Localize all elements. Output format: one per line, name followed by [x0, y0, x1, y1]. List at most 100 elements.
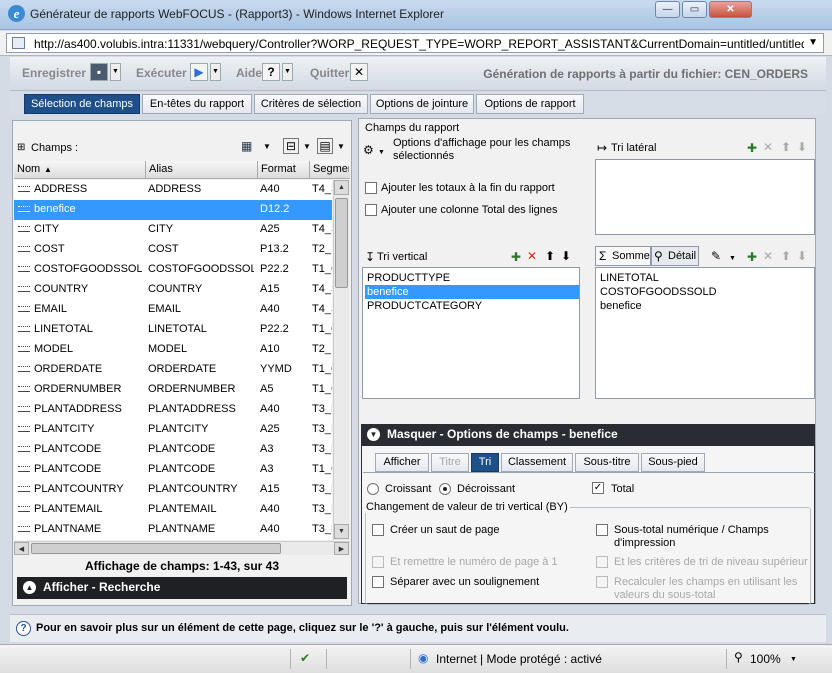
run-label[interactable]: Exécuter [136, 66, 187, 80]
help-label[interactable]: Aide [236, 66, 262, 80]
list-view-icon[interactable]: ▤ [317, 138, 333, 154]
zoom-level[interactable]: 100% [750, 652, 781, 666]
table-row[interactable]: PLANTCODE PLANTCODE A3 T3_P [14, 440, 332, 460]
subtab-ranking[interactable]: Classement [501, 453, 573, 472]
display-options-icon[interactable]: ⚙ [363, 143, 374, 157]
subtab-display[interactable]: Afficher [375, 453, 429, 472]
tab-join-options[interactable]: Options de jointure [370, 94, 474, 114]
underline-checkbox[interactable] [372, 576, 384, 588]
fields-horizontal-scrollbar[interactable]: ◀ ▶ [14, 541, 350, 555]
table-row[interactable]: ORDERDATE ORDERDATE YYMD T1_C [14, 360, 332, 380]
table-row[interactable]: PLANTCODE PLANTCODE A3 T1_C [14, 460, 332, 480]
descending-radio[interactable] [439, 483, 451, 495]
move-down-icon[interactable]: ⬇ [561, 249, 571, 263]
chevron-down-icon[interactable]: ▼ [303, 140, 311, 154]
tab-field-selection[interactable]: Sélection de champs [24, 94, 140, 114]
side-sort-list[interactable] [595, 159, 815, 235]
field-options-bar[interactable]: ▼ Masquer - Options de champs - benefice [361, 424, 815, 446]
page-break-checkbox[interactable] [372, 524, 384, 536]
subtab-subfooter[interactable]: Sous-pied [641, 453, 705, 472]
calculator-icon[interactable]: ▦ [241, 139, 252, 153]
chevron-down-icon[interactable]: ▼ [337, 140, 345, 154]
table-row[interactable]: COST COST P13.2 T2_IN [14, 240, 332, 260]
total-checkbox[interactable]: ✓ [592, 482, 604, 494]
close-window-button[interactable]: ✕ [709, 1, 752, 18]
tab-selection-criteria[interactable]: Critères de sélection [254, 94, 368, 114]
chevron-down-icon[interactable]: ▼ [729, 252, 736, 266]
show-search-label[interactable]: Afficher - Recherche [43, 577, 160, 597]
add-icon[interactable]: ✚ [747, 141, 757, 155]
reset-page-checkbox[interactable] [372, 556, 384, 568]
vertical-sort-list[interactable]: PRODUCTTYPE benefice PRODUCTCATEGORY [362, 267, 580, 399]
move-up-icon[interactable]: ⬆ [545, 249, 555, 263]
floppy-disk-icon[interactable]: ▪ [90, 63, 108, 81]
delete-icon[interactable]: ✕ [763, 249, 773, 263]
table-row[interactable]: COUNTRY COUNTRY A15 T4_S [14, 280, 332, 300]
list-item[interactable]: COSTOFGOODSSOLD [598, 285, 812, 299]
scroll-right-icon[interactable]: ▶ [334, 542, 349, 555]
minimize-button[interactable]: — [655, 1, 680, 18]
table-row[interactable]: ADDRESS ADDRESS A40 T4_S [14, 180, 332, 200]
sum-list[interactable]: LINETOTAL COSTOFGOODSSOLD benefice [595, 267, 815, 399]
subtab-sort[interactable]: Tri [471, 453, 499, 472]
chevron-down-icon[interactable]: ▼ [790, 653, 797, 667]
table-row[interactable]: PLANTCITY PLANTCITY A25 T3_P [14, 420, 332, 440]
add-total-column-checkbox[interactable] [365, 204, 377, 216]
scroll-up-icon[interactable]: ▲ [334, 180, 349, 195]
column-segment[interactable]: Segment [313, 163, 349, 175]
save-dropdown[interactable]: ▼ [110, 63, 121, 81]
add-icon[interactable]: ✚ [511, 250, 521, 264]
tab-report-headers[interactable]: En-têtes du rapport [142, 94, 252, 114]
wand-icon[interactable]: ✎ [711, 249, 721, 263]
detail-button[interactable]: ⚲ Détail [651, 246, 699, 266]
show-search-bar[interactable]: ▲ Afficher - Recherche [17, 577, 347, 599]
move-up-icon[interactable]: ⬆ [781, 140, 791, 154]
tab-report-options[interactable]: Options de rapport [476, 94, 584, 114]
delete-icon[interactable]: ✕ [763, 140, 773, 154]
list-item[interactable]: benefice [365, 285, 579, 299]
upper-criteria-checkbox[interactable] [596, 556, 608, 568]
sum-button[interactable]: Σ Somme [595, 246, 651, 266]
table-row[interactable]: benefice D12.2 [14, 200, 332, 220]
add-icon[interactable]: ✚ [747, 250, 757, 264]
help-icon[interactable]: ? [262, 63, 280, 81]
help-dropdown[interactable]: ▼ [282, 63, 293, 81]
help-question-icon[interactable]: ? [16, 621, 31, 636]
chevron-down-icon[interactable]: ▼ [808, 37, 818, 48]
move-down-icon[interactable]: ⬇ [797, 249, 807, 263]
table-row[interactable]: PLANTNAME PLANTNAME A40 T3_P [14, 520, 332, 540]
move-up-icon[interactable]: ⬆ [781, 249, 791, 263]
display-options-label[interactable]: Options d'affichage pour les champs séle… [393, 137, 593, 163]
run-arrow-icon[interactable]: ▶ [190, 63, 208, 81]
list-item[interactable]: LINETOTAL [598, 271, 812, 285]
hscroll-thumb[interactable] [31, 543, 281, 554]
ascending-radio[interactable] [367, 483, 379, 495]
maximize-button[interactable]: ▭ [682, 1, 707, 18]
recalc-checkbox[interactable] [596, 576, 608, 588]
table-row[interactable]: CITY CITY A25 T4_S [14, 220, 332, 240]
fields-vertical-scrollbar[interactable]: ▲ ▼ [333, 180, 349, 540]
list-item[interactable]: PRODUCTTYPE [365, 271, 579, 285]
column-name[interactable]: Nom [17, 163, 40, 175]
tree-view-icon[interactable]: ⊟ [283, 138, 299, 154]
address-field[interactable]: http://as400.volubis.intra:11331/webquer… [6, 33, 824, 53]
quit-label[interactable]: Quitter [310, 66, 349, 80]
chevron-down-icon[interactable]: ▼ [263, 140, 271, 154]
chevron-up-icon[interactable]: ▲ [23, 581, 36, 594]
delete-icon[interactable]: ✕ [527, 249, 537, 263]
scroll-down-icon[interactable]: ▼ [334, 524, 349, 539]
scroll-thumb[interactable] [335, 198, 348, 288]
table-row[interactable]: MODEL MODEL A10 T2_IN [14, 340, 332, 360]
run-dropdown[interactable]: ▼ [210, 63, 221, 81]
table-row[interactable]: LINETOTAL LINETOTAL P22.2 T1_C [14, 320, 332, 340]
table-row[interactable]: PLANTADDRESS PLANTADDRESS A40 T3_P [14, 400, 332, 420]
table-row[interactable]: ORDERNUMBER ORDERNUMBER A5 T1_C [14, 380, 332, 400]
move-down-icon[interactable]: ⬇ [797, 140, 807, 154]
scroll-left-icon[interactable]: ◀ [14, 542, 29, 555]
quit-icon[interactable]: ✕ [350, 63, 368, 81]
popup-blocker-icon[interactable]: ✔ [300, 651, 310, 665]
save-label[interactable]: Enregistrer [22, 66, 86, 80]
table-row[interactable]: PLANTCOUNTRY PLANTCOUNTRY A15 T3_P [14, 480, 332, 500]
list-item[interactable]: PRODUCTCATEGORY [365, 299, 579, 313]
list-item[interactable]: benefice [598, 299, 812, 313]
